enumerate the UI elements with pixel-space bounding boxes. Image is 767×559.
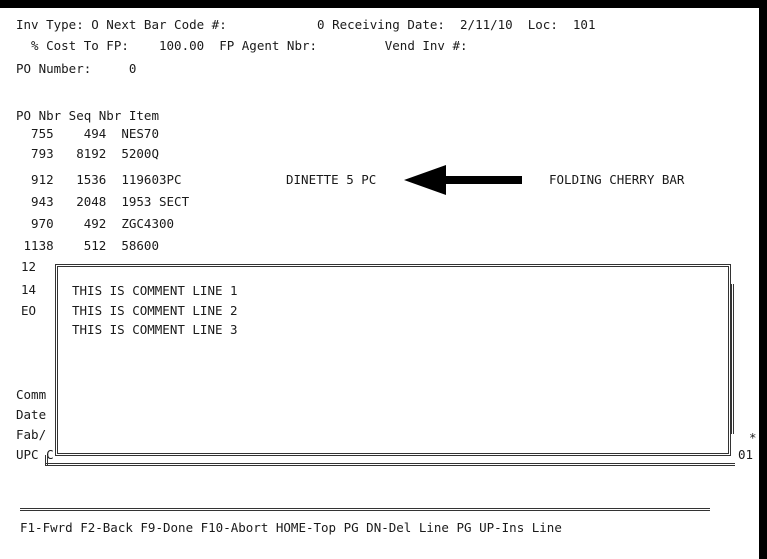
screen-right-bar (759, 0, 767, 559)
po-number-field[interactable]: PO Number: 0 (16, 61, 136, 76)
screen-top-bar (0, 0, 767, 8)
fab-label: Fab/ (16, 427, 47, 442)
item-secondary-description: FOLDING CHERRY BAR (549, 172, 685, 187)
partial-row: 12 (21, 259, 37, 274)
table-row[interactable]: 943 2048 1953 SECT (16, 194, 189, 209)
comment-line[interactable]: THIS IS COMMENT LINE 1 (72, 283, 238, 298)
right-fragment: 01 (738, 447, 754, 462)
partial-row: 14 (21, 282, 37, 297)
terminal-screen: Inv Type: O Next Bar Code #: 0 Receiving… (0, 0, 759, 559)
comment-label: Comm (16, 387, 47, 402)
comment-line[interactable]: THIS IS COMMENT LINE 2 (72, 303, 238, 318)
window-border-bottom (45, 463, 735, 466)
window-border-right (731, 284, 734, 434)
date-label: Date (16, 407, 47, 422)
left-arrow-icon (404, 165, 522, 195)
table-row[interactable]: 912 1536 119603PC (16, 172, 182, 187)
table-row[interactable]: 1138 512 58600 (16, 238, 159, 253)
function-key-bar: F1-Fwrd F2-Back F9-Done F10-Abort HOME-T… (20, 520, 562, 535)
comment-line[interactable]: THIS IS COMMENT LINE 3 (72, 322, 238, 337)
item-description: DINETTE 5 PC (286, 172, 377, 187)
right-fragment: * (749, 430, 757, 445)
table-header: PO Nbr Seq Nbr Item (16, 108, 159, 123)
footer-separator (20, 508, 710, 511)
partial-row: EO (21, 303, 37, 318)
table-row[interactable]: 755 494 NES70 (16, 126, 159, 141)
table-row[interactable]: 970 492 ZGC4300 (16, 216, 174, 231)
header-line-2: % Cost To FP: 100.00 FP Agent Nbr: Vend … (16, 38, 468, 53)
comment-dialog[interactable]: THIS IS COMMENT LINE 1 THIS IS COMMENT L… (55, 264, 731, 456)
header-line-1: Inv Type: O Next Bar Code #: 0 Receiving… (16, 17, 596, 32)
table-row[interactable]: 793 8192 5200Q (16, 146, 159, 161)
